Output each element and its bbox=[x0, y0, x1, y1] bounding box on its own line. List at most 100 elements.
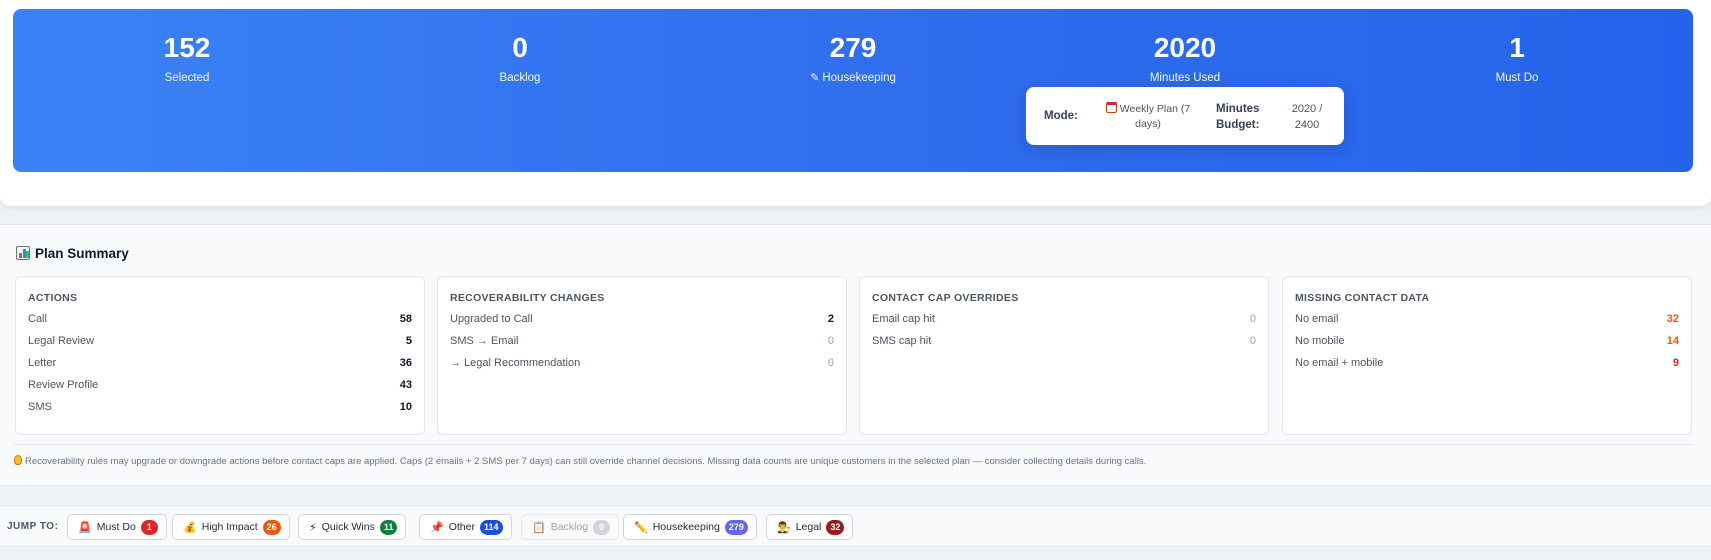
panel-title: ACTIONS bbox=[28, 292, 78, 304]
row-value: 2 bbox=[827, 313, 834, 325]
judge-icon: 👨‍⚖️ bbox=[777, 521, 791, 534]
row-label: SMS → Email bbox=[450, 335, 519, 347]
row-label: No email bbox=[1295, 313, 1339, 325]
bar-chart-icon bbox=[16, 246, 30, 260]
row-value: 0 bbox=[827, 357, 834, 369]
calendar-icon bbox=[1105, 102, 1117, 113]
row-value: 36 bbox=[399, 357, 412, 369]
jump-chip-other[interactable]: 📌 Other 114 bbox=[419, 514, 512, 540]
row-value: 32 bbox=[1666, 313, 1679, 325]
summary-row: Email cap hit 0 bbox=[872, 311, 1256, 329]
summary-row: → Legal Recommendation 0 bbox=[450, 355, 834, 373]
jump-chip-housekeeping[interactable]: ✏️ Housekeeping 279 bbox=[623, 514, 757, 540]
summary-row: Letter 36 bbox=[28, 355, 412, 373]
stat-housekeeping: 279 ✎ Housekeeping bbox=[753, 32, 953, 85]
stat-selected: 152 Selected bbox=[87, 32, 287, 85]
jump-chip-must-do[interactable]: 🚨 Must Do 1 bbox=[67, 514, 167, 540]
pencil-icon: ✎ bbox=[810, 72, 820, 84]
mode-label: Mode: bbox=[1044, 110, 1078, 122]
panel-title: CONTACT CAP OVERRIDES bbox=[872, 292, 1019, 304]
jump-chip-legal[interactable]: 👨‍⚖️ Legal 32 bbox=[766, 514, 854, 540]
summary-row: Call 58 bbox=[28, 311, 412, 329]
summary-row: SMS 10 bbox=[28, 399, 412, 417]
row-label: No email + mobile bbox=[1295, 357, 1384, 369]
stats-banner: 152 Selected 0 Backlog 279 ✎ Housekeeping… bbox=[13, 9, 1693, 172]
mode-value-wrap: Weekly Plan (7 days) bbox=[1098, 102, 1198, 132]
lightning-icon: ⚡ bbox=[309, 521, 317, 534]
plan-summary: Plan Summary ACTIONS Call 58 Legal Review… bbox=[0, 224, 1711, 486]
stat-label: Must Do bbox=[1495, 72, 1539, 84]
stat-must-do: 1 Must Do bbox=[1417, 32, 1617, 85]
stat-label: Minutes Used bbox=[1149, 72, 1221, 84]
row-label: SMS cap hit bbox=[872, 335, 932, 347]
row-label: Legal Review bbox=[28, 335, 95, 347]
chip-label: Quick Wins bbox=[321, 521, 375, 533]
chip-count-badge: 114 bbox=[479, 519, 503, 535]
panel-missing-contact: MISSING CONTACT DATA No email 32 No mobil… bbox=[1282, 276, 1692, 435]
chip-label: High Impact bbox=[201, 521, 258, 533]
row-label: No mobile bbox=[1295, 335, 1345, 347]
stat-value: 0 bbox=[512, 32, 528, 63]
row-label: Upgraded to Call bbox=[450, 313, 533, 325]
row-value: 43 bbox=[399, 379, 412, 391]
stat-value: 1 bbox=[1509, 32, 1525, 63]
row-label: Letter bbox=[28, 357, 57, 369]
summary-row: No email + mobile 9 bbox=[1295, 355, 1679, 373]
row-label: Email cap hit bbox=[872, 313, 935, 325]
lightbulb-icon bbox=[14, 455, 22, 465]
stat-minutes-used: 2020 Minutes Used bbox=[1085, 32, 1285, 85]
summary-row: SMS → Email 0 bbox=[450, 333, 834, 351]
divider bbox=[14, 444, 1694, 445]
chip-label: Must Do bbox=[96, 521, 136, 533]
row-label: Call bbox=[28, 313, 47, 325]
row-value: 14 bbox=[1666, 335, 1679, 347]
summary-row: No mobile 14 bbox=[1295, 333, 1679, 351]
clipboard-icon: 📋 bbox=[532, 521, 546, 534]
row-label: → Legal Recommendation bbox=[450, 357, 581, 369]
chip-label: Legal bbox=[795, 521, 822, 533]
chip-count-badge: 0 bbox=[593, 519, 611, 535]
chip-count-badge: 11 bbox=[379, 519, 398, 535]
panel-title: MISSING CONTACT DATA bbox=[1295, 292, 1430, 304]
mode-popover: Mode: Weekly Plan (7 days) Minutes Budge… bbox=[1026, 87, 1344, 145]
summary-note: Recoverability rules may upgrade or down… bbox=[14, 455, 1146, 467]
jump-bar: JUMP TO: 🚨 Must Do 1 💰 High Impact 26 ⚡ … bbox=[0, 505, 1711, 547]
chip-count-badge: 1 bbox=[140, 519, 158, 535]
row-value: 5 bbox=[405, 335, 412, 347]
summary-row: SMS cap hit 0 bbox=[872, 333, 1256, 351]
jump-chip-quick-wins[interactable]: ⚡ Quick Wins 11 bbox=[298, 514, 407, 540]
siren-icon: 🚨 bbox=[78, 521, 92, 534]
panel-contact-caps: CONTACT CAP OVERRIDES Email cap hit 0 SMS… bbox=[859, 276, 1269, 435]
chip-label: Other bbox=[448, 521, 475, 533]
summary-row: Legal Review 5 bbox=[28, 333, 412, 351]
jump-chip-backlog[interactable]: 📋 Backlog 0 bbox=[521, 514, 620, 540]
chip-label: Housekeeping bbox=[652, 521, 720, 533]
plan-summary-title: Plan Summary bbox=[16, 246, 129, 261]
chip-count-badge: 32 bbox=[826, 519, 845, 535]
jump-chip-high-impact[interactable]: 💰 High Impact 26 bbox=[172, 514, 290, 540]
panel-recoverability: RECOVERABILITY CHANGES Upgraded to Call 2… bbox=[437, 276, 847, 435]
stats-card: 152 Selected 0 Backlog 279 ✎ Housekeeping… bbox=[0, 0, 1711, 206]
stat-label: Backlog bbox=[499, 72, 541, 84]
row-label: SMS bbox=[28, 401, 52, 413]
stat-value: 279 bbox=[829, 32, 877, 63]
row-label: Review Profile bbox=[28, 379, 99, 391]
mode-value: Weekly Plan (7 days) bbox=[1119, 103, 1191, 130]
stat-value: 2020 bbox=[1153, 32, 1217, 63]
plan-summary-title-text: Plan Summary bbox=[35, 246, 129, 261]
stat-label-wrap: ✎ Housekeeping bbox=[753, 71, 953, 85]
chip-count-badge: 279 bbox=[724, 519, 748, 535]
row-value: 0 bbox=[1249, 335, 1256, 347]
summary-note-text: Recoverability rules may upgrade or down… bbox=[25, 456, 1147, 467]
budget-value: 2020 / 2400 bbox=[1291, 103, 1323, 131]
pencil-icon: ✏️ bbox=[634, 521, 648, 534]
jump-label: JUMP TO: bbox=[7, 521, 59, 532]
row-value: 58 bbox=[399, 313, 412, 325]
summary-row: No email 32 bbox=[1295, 311, 1679, 329]
summary-row: Upgraded to Call 2 bbox=[450, 311, 834, 329]
summary-row: Review Profile 43 bbox=[28, 377, 412, 395]
stat-label: Selected bbox=[164, 72, 210, 84]
row-value: 0 bbox=[827, 335, 834, 347]
stat-label: Housekeeping bbox=[822, 72, 896, 84]
row-value: 10 bbox=[399, 401, 412, 413]
